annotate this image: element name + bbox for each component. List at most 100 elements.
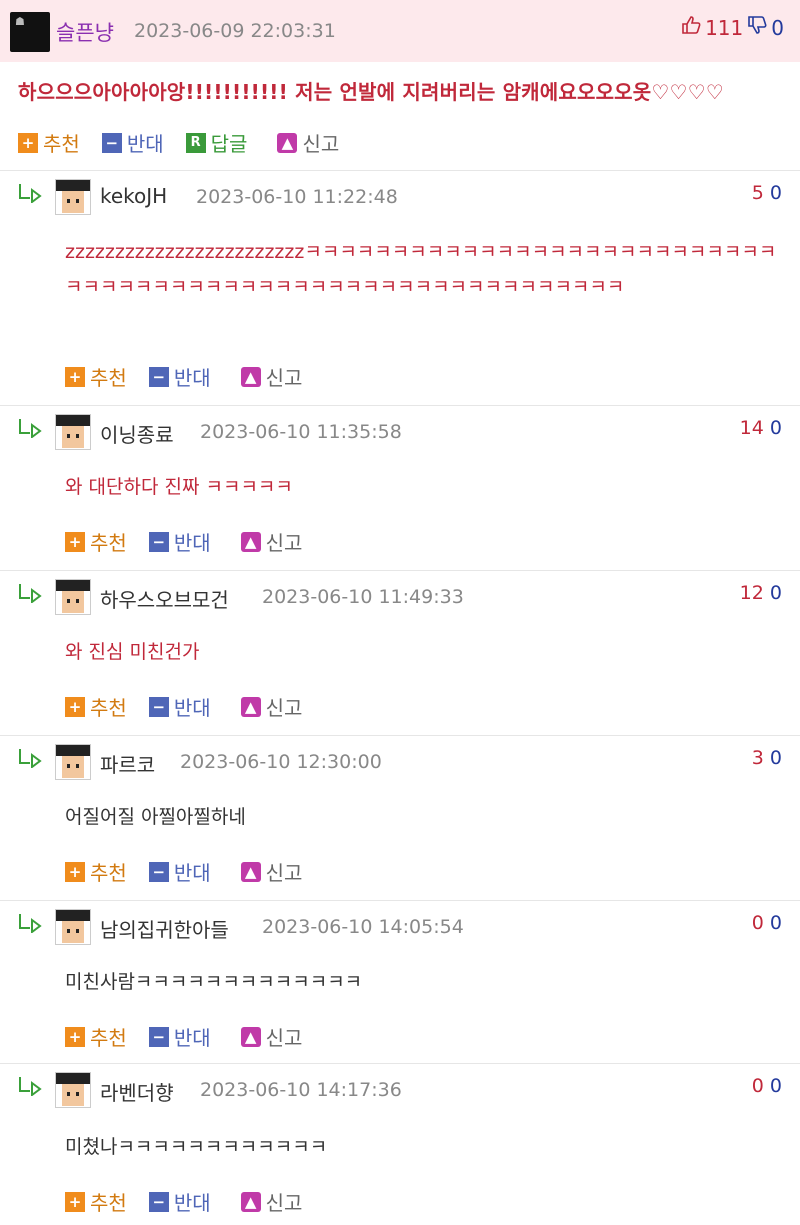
comment-author[interactable]: 파르코 xyxy=(100,749,155,778)
reply-button[interactable]: R 답글 xyxy=(185,128,247,157)
recommend-button[interactable]: + 추천 xyxy=(65,362,127,391)
recommend-button[interactable]: + 추천 xyxy=(65,1022,127,1051)
comment-author[interactable]: 하우스오브모건 xyxy=(100,584,229,613)
oppose-button[interactable]: − 반대 xyxy=(101,128,164,157)
post-author[interactable]: 슬픈냥 xyxy=(56,17,114,47)
reply-arrow-icon xyxy=(18,418,44,443)
post-title: 하으으으아아아아앙!!!!!!!!!!! 저는 언발에 지려버리는 암캐에요오오… xyxy=(18,80,724,104)
plus-icon: + xyxy=(65,366,85,387)
siren-icon: ▲ xyxy=(240,1191,261,1212)
plus-icon: + xyxy=(65,531,85,552)
report-button[interactable]: ▲ 신고 xyxy=(277,128,339,157)
comment-divider xyxy=(0,405,800,406)
plus-icon: + xyxy=(18,132,38,153)
plus-icon: + xyxy=(65,861,85,882)
oppose-button[interactable]: − 반대 xyxy=(148,692,211,721)
oppose-button[interactable]: − 반대 xyxy=(148,362,211,391)
post-votes: 111 0 xyxy=(681,15,784,40)
comment-text: zzzzzzzzzzzzzzzzzzzzzzzzㅋㅋㅋㅋㅋㅋㅋㅋㅋㅋㅋㅋㅋㅋㅋㅋ… xyxy=(65,241,777,298)
comment-text: 와 대단하다 진짜 ㅋㅋㅋㅋㅋ xyxy=(65,476,293,498)
comment-up-count: 5 xyxy=(751,182,764,204)
comment-votes: 12 0 xyxy=(740,582,782,604)
recommend-button[interactable]: + 추천 xyxy=(65,527,127,556)
comment-author[interactable]: 라벤더향 xyxy=(100,1077,174,1106)
commenter-avatar[interactable] xyxy=(55,744,91,780)
comment-text: 미쳤나ㅋㅋㅋㅋㅋㅋㅋㅋㅋㅋㅋㅋ xyxy=(65,1136,328,1158)
recommend-button[interactable]: + 추천 xyxy=(65,857,127,886)
comment-down-count: 0 xyxy=(769,582,782,604)
comment-actions: + 추천 − 반대 ▲ 신고 xyxy=(65,527,324,556)
oppose-button[interactable]: − 반대 xyxy=(148,857,211,886)
comment-divider xyxy=(0,1063,800,1064)
comment-divider xyxy=(0,735,800,736)
report-button[interactable]: ▲ 신고 xyxy=(240,692,302,721)
comment-divider xyxy=(0,900,800,901)
comment-date: 2023-06-10 11:49:33 xyxy=(262,586,464,608)
comment-actions: + 추천 − 반대 ▲ 신고 xyxy=(65,1187,324,1216)
reply-arrow-icon xyxy=(18,183,44,208)
reply-arrow-icon xyxy=(18,748,44,773)
plus-icon: + xyxy=(65,1026,85,1047)
minus-icon: − xyxy=(148,366,169,387)
report-button[interactable]: ▲ 신고 xyxy=(240,857,302,886)
comment-votes: 0 0 xyxy=(752,912,782,934)
comment-date: 2023-06-10 14:17:36 xyxy=(200,1079,402,1101)
plus-icon: + xyxy=(65,696,85,717)
minus-icon: − xyxy=(148,1191,169,1212)
comment-author[interactable]: 남의집귀한아들 xyxy=(100,914,229,943)
report-button[interactable]: ▲ 신고 xyxy=(240,527,302,556)
siren-icon: ▲ xyxy=(240,1026,261,1047)
comment-down-count: 0 xyxy=(769,182,782,204)
comment-date: 2023-06-10 14:05:54 xyxy=(262,916,464,938)
thumbs-up-icon[interactable] xyxy=(681,15,701,40)
oppose-button[interactable]: − 반대 xyxy=(148,527,211,556)
comment-date: 2023-06-10 12:30:00 xyxy=(180,751,382,773)
commenter-avatar[interactable] xyxy=(55,579,91,615)
comment-actions: + 추천 − 반대 ▲ 신고 xyxy=(65,362,324,391)
oppose-button[interactable]: − 반대 xyxy=(148,1022,211,1051)
comment-author[interactable]: kekoJH xyxy=(100,184,167,208)
comment-text: 어질어질 아찔아찔하네 xyxy=(65,806,246,828)
siren-icon: ▲ xyxy=(240,531,261,552)
reply-r-icon: R xyxy=(185,132,206,153)
commenter-avatar[interactable] xyxy=(55,414,91,450)
recommend-button[interactable]: + 추천 xyxy=(18,128,80,157)
comment-divider xyxy=(0,570,800,571)
minus-icon: − xyxy=(148,696,169,717)
comment-votes: 5 0 xyxy=(752,182,782,204)
minus-icon: − xyxy=(148,861,169,882)
recommend-button[interactable]: + 추천 xyxy=(65,1187,127,1216)
comment-actions: + 추천 − 반대 ▲ 신고 xyxy=(65,1022,324,1051)
report-button[interactable]: ▲ 신고 xyxy=(240,1187,302,1216)
comment-down-count: 0 xyxy=(769,747,782,769)
comment-up-count: 12 xyxy=(739,582,764,604)
comment-up-count: 0 xyxy=(751,912,764,934)
oppose-button[interactable]: − 반대 xyxy=(148,1187,211,1216)
plus-icon: + xyxy=(65,1191,85,1212)
comment-up-count: 3 xyxy=(751,747,764,769)
comment-author[interactable]: 이닝종료 xyxy=(100,419,174,448)
siren-icon: ▲ xyxy=(240,366,261,387)
comment-up-count: 0 xyxy=(751,1075,764,1097)
comment-text: 미친사람ㅋㅋㅋㅋㅋㅋㅋㅋㅋㅋㅋㅋㅋ xyxy=(65,971,363,993)
reply-arrow-icon xyxy=(18,913,44,938)
thumbs-down-icon[interactable] xyxy=(747,15,767,40)
comment-down-count: 0 xyxy=(769,417,782,439)
post-header: ☗ 슬픈냥 2023-06-09 22:03:31 111 0 xyxy=(0,0,800,62)
comment-votes: 0 0 xyxy=(752,1075,782,1097)
post-actions: + 추천 − 반대 R 답글 ▲ 신고 xyxy=(18,128,361,157)
minus-icon: − xyxy=(101,132,122,153)
comment-down-count: 0 xyxy=(769,1075,782,1097)
report-button[interactable]: ▲ 신고 xyxy=(240,362,302,391)
siren-icon: ▲ xyxy=(240,696,261,717)
comment-votes: 14 0 xyxy=(740,417,782,439)
commenter-avatar[interactable] xyxy=(55,1072,91,1108)
recommend-button[interactable]: + 추천 xyxy=(65,692,127,721)
author-avatar[interactable]: ☗ xyxy=(10,12,50,52)
minus-icon: − xyxy=(148,1026,169,1047)
comment-date: 2023-06-10 11:35:58 xyxy=(200,421,402,443)
post-up-count: 111 xyxy=(705,15,744,40)
commenter-avatar[interactable] xyxy=(55,909,91,945)
report-button[interactable]: ▲ 신고 xyxy=(240,1022,302,1051)
commenter-avatar[interactable] xyxy=(55,179,91,215)
